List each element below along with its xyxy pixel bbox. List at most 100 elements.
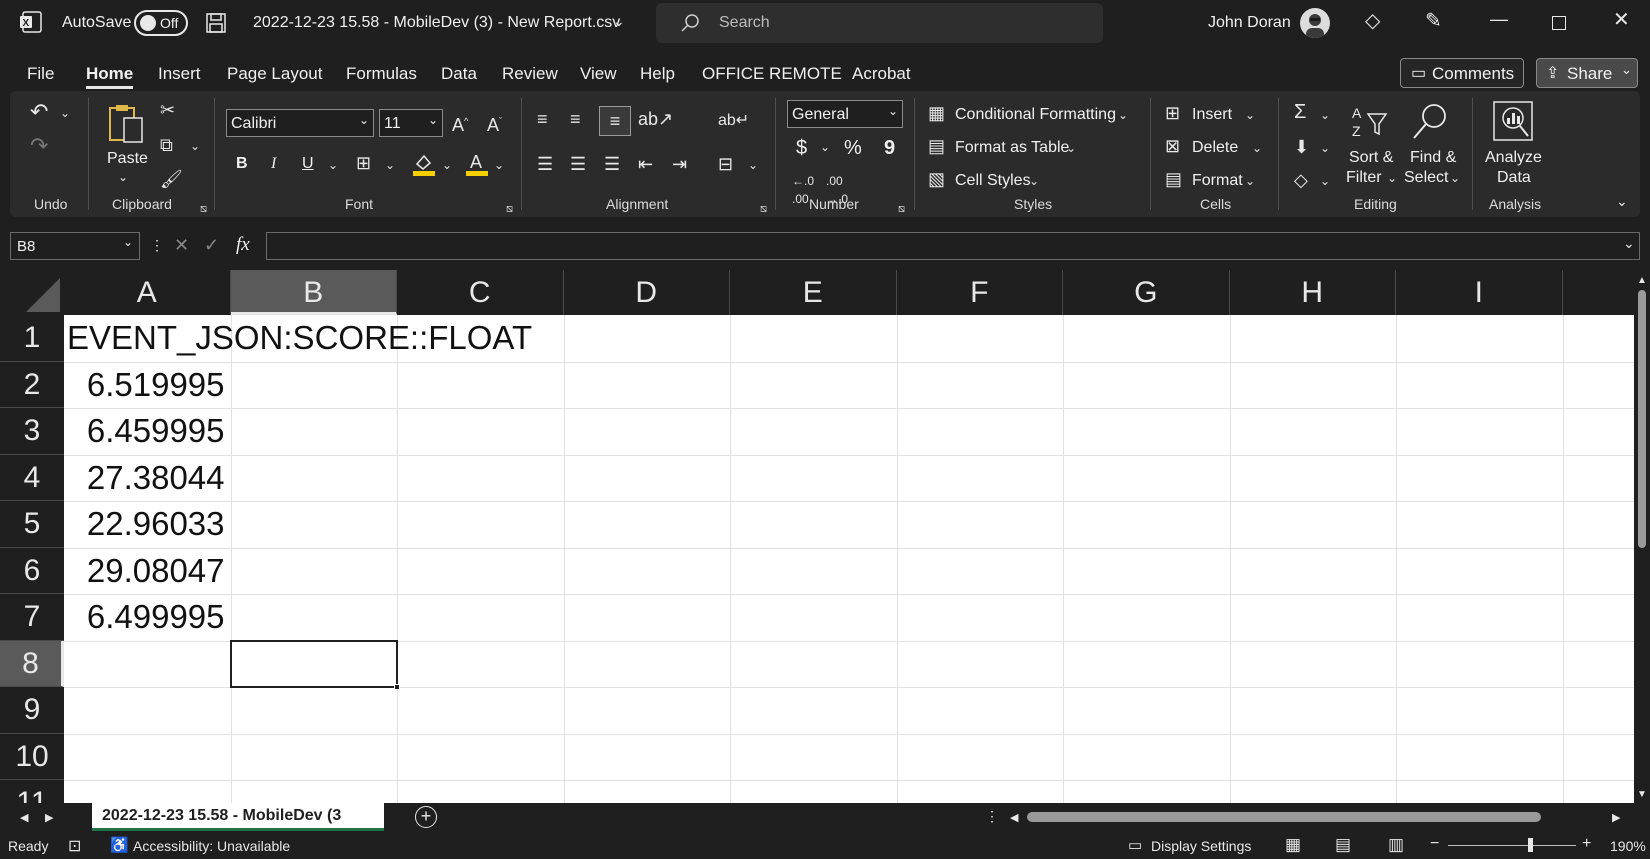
redo-icon[interactable]: ↷ xyxy=(30,135,48,157)
cell-a1[interactable]: EVENT_JSON:SCORE::FLOAT xyxy=(67,319,532,365)
cancel-entry-icon[interactable]: ✕ xyxy=(174,236,189,254)
paste-label[interactable]: Paste xyxy=(107,150,148,168)
cell-styles-button[interactable]: Cell Styles xyxy=(955,172,1031,190)
clear-icon[interactable]: ◇ xyxy=(1294,171,1308,189)
delete-cells-button[interactable]: Delete xyxy=(1192,139,1238,157)
underline-button[interactable]: U xyxy=(302,155,314,173)
menu-data[interactable]: Data xyxy=(441,64,477,84)
vertical-scroll-thumb[interactable] xyxy=(1638,290,1646,548)
chevron-down-icon[interactable]: ⌄ xyxy=(385,156,395,174)
percent-button[interactable]: % xyxy=(844,137,862,160)
menu-formulas[interactable]: Formulas xyxy=(346,64,417,84)
copy-icon[interactable]: ⧉ xyxy=(160,136,173,154)
row-header-8[interactable]: 8 xyxy=(0,640,64,687)
macro-recording-icon[interactable]: ⊡ xyxy=(68,836,81,856)
column-header-d[interactable]: D xyxy=(564,270,730,315)
column-header-g[interactable]: G xyxy=(1063,270,1230,315)
zoom-slider[interactable] xyxy=(1448,845,1576,846)
column-header-i[interactable]: I xyxy=(1396,270,1563,315)
row-header-7[interactable]: 7 xyxy=(0,594,64,641)
pen-icon[interactable]: ✎ xyxy=(1425,11,1442,31)
font-color-icon[interactable]: A xyxy=(466,152,488,176)
name-box[interactable]: B8 ⌄ xyxy=(10,232,140,260)
zoom-slider-thumb[interactable] xyxy=(1528,838,1533,852)
increase-font-icon[interactable]: A^ xyxy=(452,112,468,134)
merge-center-icon[interactable]: ⊟ xyxy=(718,155,733,173)
collapse-ribbon-icon[interactable]: ⌄ xyxy=(1616,192,1628,210)
display-settings-button[interactable]: Display Settings xyxy=(1151,838,1251,854)
delete-cells-icon[interactable]: ⊠ xyxy=(1165,137,1180,155)
find-select-label-2[interactable]: Select xyxy=(1404,169,1448,187)
chevron-down-icon[interactable]: ⌄ xyxy=(613,12,625,30)
column-header-e[interactable]: E xyxy=(730,270,897,315)
conditional-formatting-icon[interactable]: ▦ xyxy=(928,104,945,122)
insert-cells-icon[interactable]: ⊞ xyxy=(1165,104,1180,122)
cell-a2[interactable]: 6.519995 xyxy=(64,366,225,412)
cell-a5[interactable]: 22.96033 xyxy=(64,505,225,551)
sheet-tab-active[interactable]: 2022-12-23 15.58 - MobileDev (3 xyxy=(92,803,384,831)
row-header-1[interactable]: 1 xyxy=(0,315,64,362)
dialog-launcher-icon[interactable]: ⧅ xyxy=(506,200,513,218)
select-all-corner[interactable] xyxy=(0,270,64,315)
analyze-data-label-2[interactable]: Data xyxy=(1497,169,1531,187)
document-title[interactable]: 2022-12-23 15.58 - MobileDev (3) - New R… xyxy=(253,14,620,32)
chevron-down-icon[interactable]: ⌄ xyxy=(1387,169,1397,187)
row-header-3[interactable]: 3 xyxy=(0,408,64,455)
menu-office-remote[interactable]: OFFICE REMOTE xyxy=(702,64,842,84)
align-middle-icon[interactable]: ≡ xyxy=(570,110,581,128)
align-left-icon[interactable]: ☰ xyxy=(537,155,553,173)
find-select-icon[interactable] xyxy=(1410,102,1450,142)
zoom-in-icon[interactable]: + xyxy=(1582,835,1591,853)
insert-cells-button[interactable]: Insert xyxy=(1192,106,1232,124)
search-input[interactable]: Search xyxy=(719,14,770,32)
minimize-icon[interactable]: — xyxy=(1490,10,1508,28)
chevron-down-icon[interactable]: ⌄ xyxy=(1320,106,1330,124)
format-cells-icon[interactable]: ▤ xyxy=(1165,170,1182,188)
row-header-4[interactable]: 4 xyxy=(0,454,64,501)
number-format-select[interactable]: General ⌄ xyxy=(787,100,903,128)
menu-help[interactable]: Help xyxy=(640,64,675,84)
row-header-6[interactable]: 6 xyxy=(0,547,64,594)
menu-review[interactable]: Review xyxy=(502,64,558,84)
row-header-5[interactable]: 5 xyxy=(0,501,64,548)
autosum-icon[interactable]: Σ xyxy=(1294,102,1306,122)
row-header-9[interactable]: 9 xyxy=(0,687,64,734)
decrease-font-icon[interactable]: Aˇ xyxy=(487,112,502,134)
format-painter-icon[interactable]: 🖌 xyxy=(160,170,183,188)
close-icon[interactable]: ✕ xyxy=(1613,10,1630,30)
search-box[interactable]: Search xyxy=(656,3,1103,43)
chevron-down-icon[interactable]: ⌄ xyxy=(494,156,504,174)
sort-filter-icon[interactable]: AZ xyxy=(1350,102,1390,142)
align-right-icon[interactable]: ☰ xyxy=(604,155,620,173)
chevron-down-icon[interactable]: ⌄ xyxy=(118,168,128,186)
confirm-entry-icon[interactable]: ✓ xyxy=(204,236,219,254)
find-select-label-1[interactable]: Find & xyxy=(1410,149,1456,167)
column-header-h[interactable]: H xyxy=(1230,270,1396,315)
align-top-icon[interactable]: ≡ xyxy=(537,110,548,128)
chevron-down-icon[interactable]: ⌄ xyxy=(1320,139,1330,157)
insert-function-button[interactable]: fx xyxy=(236,234,250,256)
orientation-icon[interactable]: ab↗ xyxy=(638,110,673,128)
menu-page-layout[interactable]: Page Layout xyxy=(227,64,322,84)
cell-a6[interactable]: 29.08047 xyxy=(64,552,225,598)
format-as-table-icon[interactable]: ▤ xyxy=(928,137,945,155)
chevron-down-icon[interactable]: ⌄ xyxy=(60,104,70,122)
chevron-down-icon[interactable]: ⌄ xyxy=(1245,106,1255,124)
menu-home[interactable]: Home xyxy=(86,64,134,89)
dialog-launcher-icon[interactable]: ⧅ xyxy=(760,200,767,218)
row-header-10[interactable]: 10 xyxy=(0,733,64,780)
font-name-select[interactable]: Calibri ⌄ xyxy=(226,109,374,137)
format-as-table-button[interactable]: Format as Table xyxy=(955,139,1069,157)
add-sheet-icon[interactable]: + xyxy=(415,806,437,828)
zoom-level[interactable]: 190% xyxy=(1610,838,1646,854)
chevron-down-icon[interactable]: ⌄ xyxy=(1252,139,1262,157)
analyze-data-icon[interactable] xyxy=(1492,100,1534,142)
save-icon[interactable] xyxy=(205,12,227,34)
comments-button[interactable]: ▭ Comments xyxy=(1400,58,1524,88)
font-size-select[interactable]: 11 ⌄ xyxy=(379,109,443,137)
cut-icon[interactable]: ✂ xyxy=(160,101,175,119)
row-header-2[interactable]: 2 xyxy=(0,361,64,408)
selected-cell-outline[interactable] xyxy=(229,639,400,690)
column-header-f[interactable]: F xyxy=(897,270,1063,315)
menu-file[interactable]: File xyxy=(27,64,54,84)
